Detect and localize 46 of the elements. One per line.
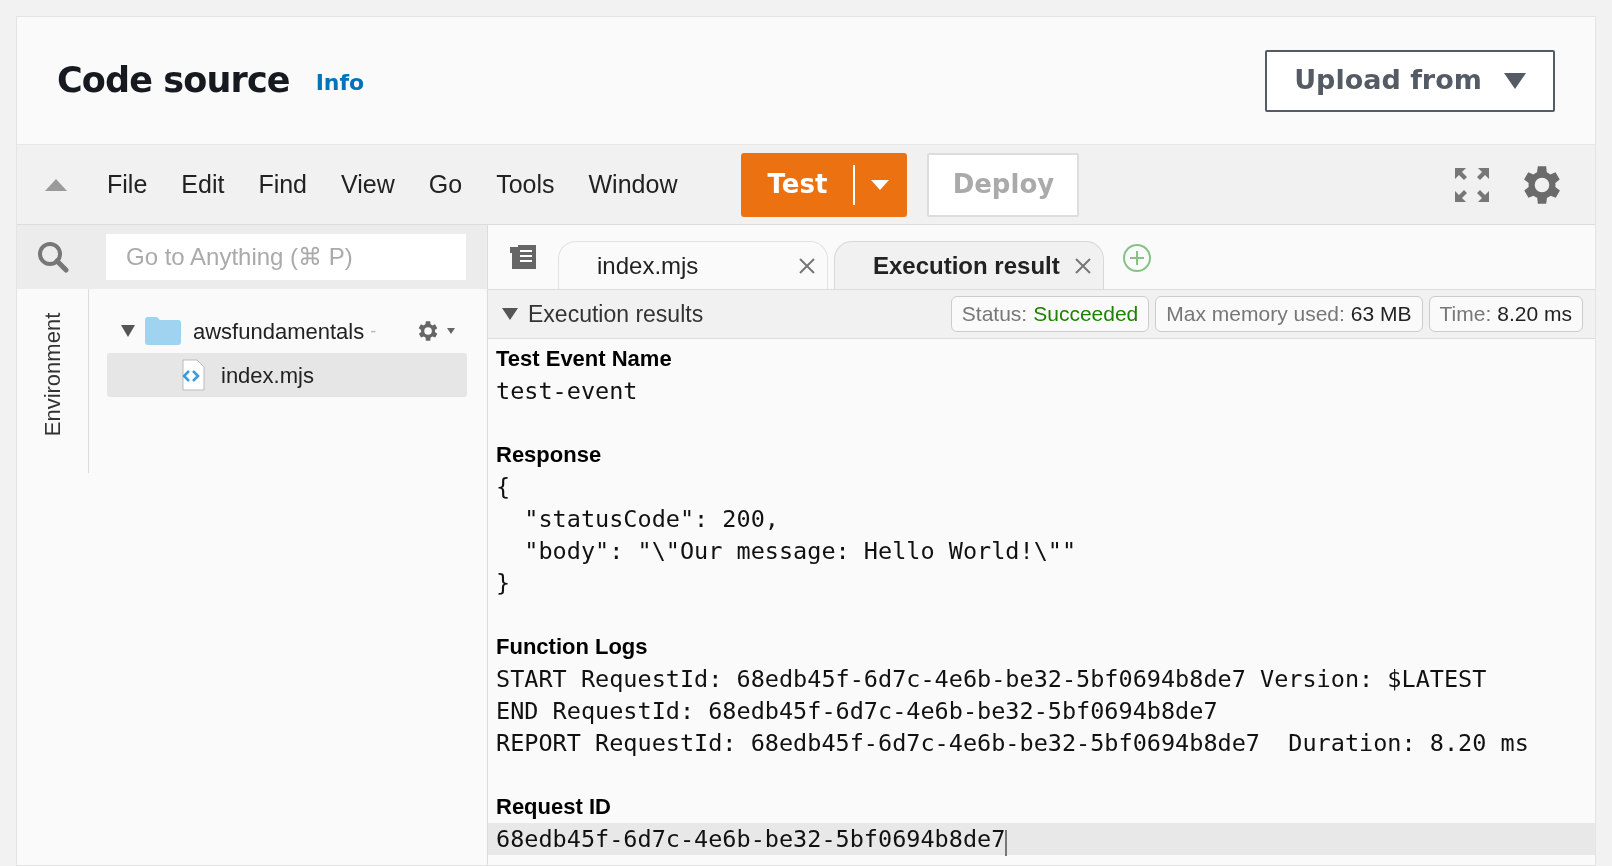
file-list-icon[interactable] <box>510 245 538 269</box>
panel-title: Execution results <box>528 299 704 329</box>
search-field[interactable]: Go to Anything (⌘ P) <box>106 234 466 280</box>
editor-tab[interactable]: index.mjs <box>558 241 828 289</box>
collapse-icon[interactable] <box>45 178 67 191</box>
menu-item[interactable]: Go <box>412 165 479 204</box>
dropdown-caret-icon <box>1503 72 1526 89</box>
output-line: 68edb45f-6d7c-4e6b-be32-5bf0694b8de7 <box>496 825 1006 853</box>
section-heading: Request ID <box>496 793 612 821</box>
menu-item[interactable]: Find <box>242 165 324 204</box>
environment-tab[interactable]: Environment <box>29 299 77 449</box>
output-line: START RequestId: 68edb45f-6d7c-4e6b-be32-5bf0694b8de7 Version: $LATEST <box>496 665 1487 693</box>
status-badge: Max memory used: 63 MB <box>1155 296 1423 332</box>
folder-suffix: - <box>370 319 377 343</box>
output-line: END RequestId: 68edb45f-6d7c-4e6b-be32-5bf0694b8de7 <box>496 697 1218 725</box>
fullscreen-icon[interactable] <box>1455 167 1489 202</box>
tree-item[interactable]: awsfundamentals - <box>107 309 467 353</box>
tree-item[interactable]: index.mjs <box>107 353 467 397</box>
info-link[interactable]: Info <box>315 66 365 99</box>
output-line: { <box>496 473 511 501</box>
editor-tab[interactable]: Execution result <box>834 241 1104 289</box>
output-line: REPORT RequestId: 68edb45f-6d7c-4e6b-be32-5bf0694b8de7 Duration: 8.20 ms <box>496 729 1529 757</box>
menu-item[interactable]: Edit <box>165 165 241 204</box>
menu-item[interactable]: Tools <box>480 165 571 204</box>
output-line: "statusCode": 200, <box>523 505 779 533</box>
output-line: test-event <box>496 377 638 405</box>
dropdown-caret-icon[interactable] <box>871 179 890 190</box>
output-line: "body": "\"Our message: Hello World!\"" <box>523 537 1077 565</box>
status-badge: Status: Succeeded <box>950 296 1150 332</box>
search-icon[interactable] <box>37 241 69 273</box>
menu-item[interactable]: Window <box>572 165 694 204</box>
status-badge: Time: 8.20 ms <box>1428 296 1583 332</box>
menu-item[interactable]: View <box>325 165 411 204</box>
collapse-caret-icon[interactable] <box>502 308 518 320</box>
section-heading: Response <box>496 441 603 469</box>
close-icon[interactable] <box>1075 257 1091 274</box>
folder-icon <box>145 317 181 345</box>
section-heading: Function Logs <box>496 633 649 661</box>
menu-item[interactable]: File <box>91 165 164 204</box>
expand-caret-icon[interactable] <box>121 325 135 337</box>
section-heading: Test Event Name <box>496 345 673 373</box>
close-icon[interactable] <box>799 257 815 274</box>
text-cursor <box>1005 829 1008 856</box>
upload-from-button[interactable]: Upload from <box>1265 49 1555 112</box>
section-title: Code source <box>57 59 290 103</box>
output-line: } <box>496 569 511 597</box>
